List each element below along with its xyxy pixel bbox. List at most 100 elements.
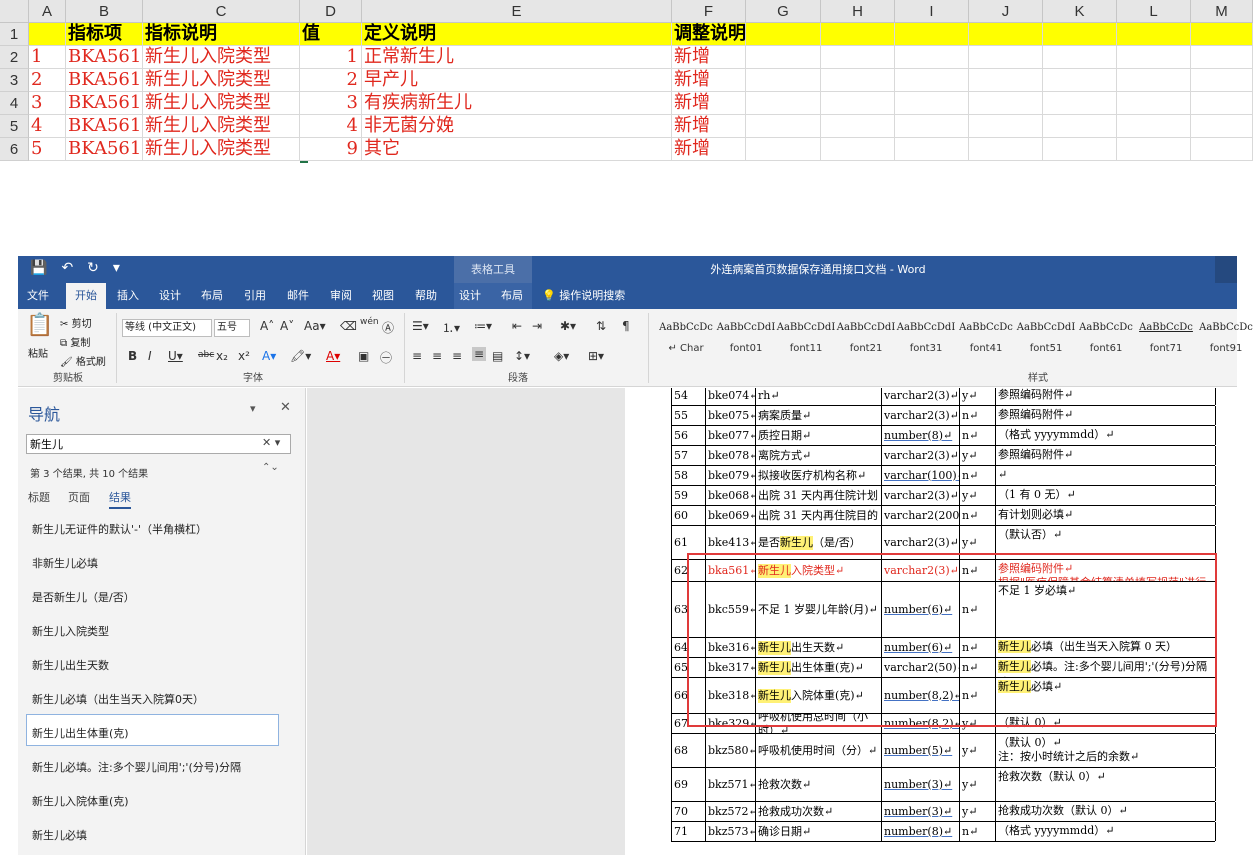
tab-home[interactable]: 开始 (66, 283, 106, 309)
table-cell[interactable]: 56 (671, 426, 705, 445)
sheet-cell[interactable]: 4 (29, 115, 66, 138)
table-cell[interactable]: 71 (671, 822, 705, 841)
multilevel-list-icon[interactable]: ≔▾ (474, 319, 492, 333)
shading-icon[interactable]: ◈▾ (554, 349, 569, 363)
table-cell[interactable]: （格式 yyyymmdd）↵ (995, 426, 1215, 445)
column-header[interactable]: A (29, 0, 66, 23)
style-tile[interactable]: AaBbCcDdI font11 (776, 317, 836, 367)
clear-format-icon[interactable]: ⌫ (340, 319, 357, 333)
table-cell[interactable]: number(8)↵ (881, 822, 959, 841)
column-header[interactable]: G (746, 0, 821, 23)
column-header[interactable]: D (300, 0, 362, 23)
nav-options-icon[interactable]: ▾ (250, 402, 256, 415)
column-header[interactable]: I (895, 0, 969, 23)
table-cell[interactable]: 抢救次数（默认 0）↵ (995, 768, 1215, 801)
sheet-cell[interactable]: 5 (29, 138, 66, 161)
sheet-cell[interactable] (821, 115, 895, 138)
superscript-icon[interactable]: x² (238, 349, 250, 363)
tab-design[interactable]: 设计 (150, 283, 190, 309)
sheet-cell[interactable]: 新生儿入院类型 (143, 69, 300, 92)
sheet-cell[interactable] (746, 138, 821, 161)
sort-icon[interactable]: ⇅ (596, 319, 606, 333)
row-header[interactable]: 3 (0, 69, 29, 92)
sheet-cell[interactable] (895, 92, 969, 115)
change-case-icon[interactable]: Aa▾ (304, 319, 326, 333)
column-header[interactable]: H (821, 0, 895, 23)
column-header[interactable]: J (969, 0, 1043, 23)
style-tile[interactable]: AaBbCcDdI font31 (896, 317, 956, 367)
sheet-cell[interactable] (895, 69, 969, 92)
close-icon[interactable]: ✕ (280, 400, 291, 415)
tab-insert[interactable]: 插入 (108, 283, 148, 309)
table-cell[interactable]: 参照编码附件↵ (995, 446, 1215, 465)
table-cell[interactable]: varchar2(3)↵ (881, 446, 959, 465)
table-cell[interactable]: bkz572↵ (705, 802, 755, 821)
table-cell[interactable]: 60 (671, 506, 705, 525)
table-cell[interactable]: y↵ (959, 734, 995, 767)
table-cell[interactable]: varchar2(200)↵ (881, 506, 959, 525)
tab-view[interactable]: 视图 (363, 283, 403, 309)
enclose-char-icon[interactable]: ㊀ (380, 349, 392, 366)
nav-tab-pages[interactable]: 页面 (68, 489, 90, 505)
select-all-corner[interactable] (0, 0, 29, 23)
sheet-cell[interactable] (1043, 69, 1117, 92)
sheet-cell[interactable] (1043, 115, 1117, 138)
sheet-cell[interactable] (746, 69, 821, 92)
table-cell[interactable]: varchar2(3)↵ (881, 486, 959, 505)
undo-icon[interactable]: ↶ (61, 260, 73, 276)
table-cell[interactable]: y↵ (959, 486, 995, 505)
table-cell[interactable]: 54 (671, 388, 705, 405)
line-spacing-icon[interactable]: ↕▾ (514, 349, 530, 363)
sheet-cell[interactable] (1191, 92, 1253, 115)
sheet-cell[interactable] (969, 138, 1043, 161)
table-cell[interactable]: y↵ (959, 388, 995, 405)
sheet-cell[interactable]: 新增 (672, 115, 746, 138)
style-tile[interactable]: AaBbCcDc font91 (1196, 317, 1253, 367)
sheet-cell[interactable] (821, 138, 895, 161)
sheet-cell[interactable] (969, 92, 1043, 115)
sheet-cell[interactable] (746, 46, 821, 69)
table-cell[interactable]: 59 (671, 486, 705, 505)
style-tile[interactable]: AaBbCcDc ↵ Char (656, 317, 716, 367)
tab-layout[interactable]: 布局 (192, 283, 232, 309)
sheet-cell[interactable] (1117, 138, 1191, 161)
table-cell[interactable]: （格式 yyyymmdd）↵ (995, 822, 1215, 841)
sheet-cell[interactable]: 3 (29, 92, 66, 115)
clear-search-icon[interactable]: ✕ ▾ (262, 436, 280, 449)
prev-next-result-icon[interactable]: ⌃⌄ (262, 462, 279, 473)
column-header[interactable]: M (1191, 0, 1253, 23)
table-cell[interactable]: y↵ (959, 768, 995, 801)
sheet-cell[interactable] (969, 23, 1043, 46)
table-cell[interactable]: 呼吸机使用时间（分）↵ (755, 734, 881, 767)
align-left-icon[interactable]: ≡ (412, 349, 422, 363)
sheet-cell[interactable] (895, 115, 969, 138)
sheet-cell[interactable] (1043, 46, 1117, 69)
table-cell[interactable]: n↵ (959, 822, 995, 841)
style-tile[interactable]: AaBbCcDc font41 (956, 317, 1016, 367)
sheet-cell[interactable] (1043, 23, 1117, 46)
table-cell[interactable]: bke074↵ (705, 388, 755, 405)
table-cell[interactable]: 70 (671, 802, 705, 821)
distributed-icon[interactable]: ▤ (492, 349, 503, 363)
column-header[interactable]: B (66, 0, 143, 23)
text-effects-icon[interactable]: A▾ (262, 349, 276, 363)
sheet-cell[interactable]: 2 (29, 69, 66, 92)
font-color-icon[interactable]: A▾ (326, 349, 340, 363)
style-tile[interactable]: AaBbCcDc font71 (1136, 317, 1196, 367)
search-result-item[interactable]: 是否新生儿（是/否） (32, 589, 135, 605)
sheet-cell[interactable]: 1 (29, 46, 66, 69)
sheet-cell[interactable] (821, 69, 895, 92)
column-header[interactable]: C (143, 0, 300, 23)
sheet-cell[interactable] (1117, 92, 1191, 115)
sheet-cell[interactable] (1117, 23, 1191, 46)
char-border-icon[interactable]: Ⓐ (382, 319, 394, 336)
align-center-icon[interactable]: ≡ (432, 349, 442, 363)
font-size-select[interactable]: 五号 (214, 319, 250, 337)
row-header[interactable]: 1 (0, 23, 29, 46)
paste-button[interactable]: 粘贴 (28, 345, 48, 360)
sheet-cell[interactable]: 1 (300, 46, 362, 69)
table-cell[interactable]: 确诊日期↵ (755, 822, 881, 841)
table-cell[interactable]: varchar2(3)↵ (881, 388, 959, 405)
sheet-cell[interactable] (1117, 115, 1191, 138)
search-result-item[interactable]: 新生儿必填。注:多个婴儿间用';'(分号)分隔 (32, 759, 241, 775)
